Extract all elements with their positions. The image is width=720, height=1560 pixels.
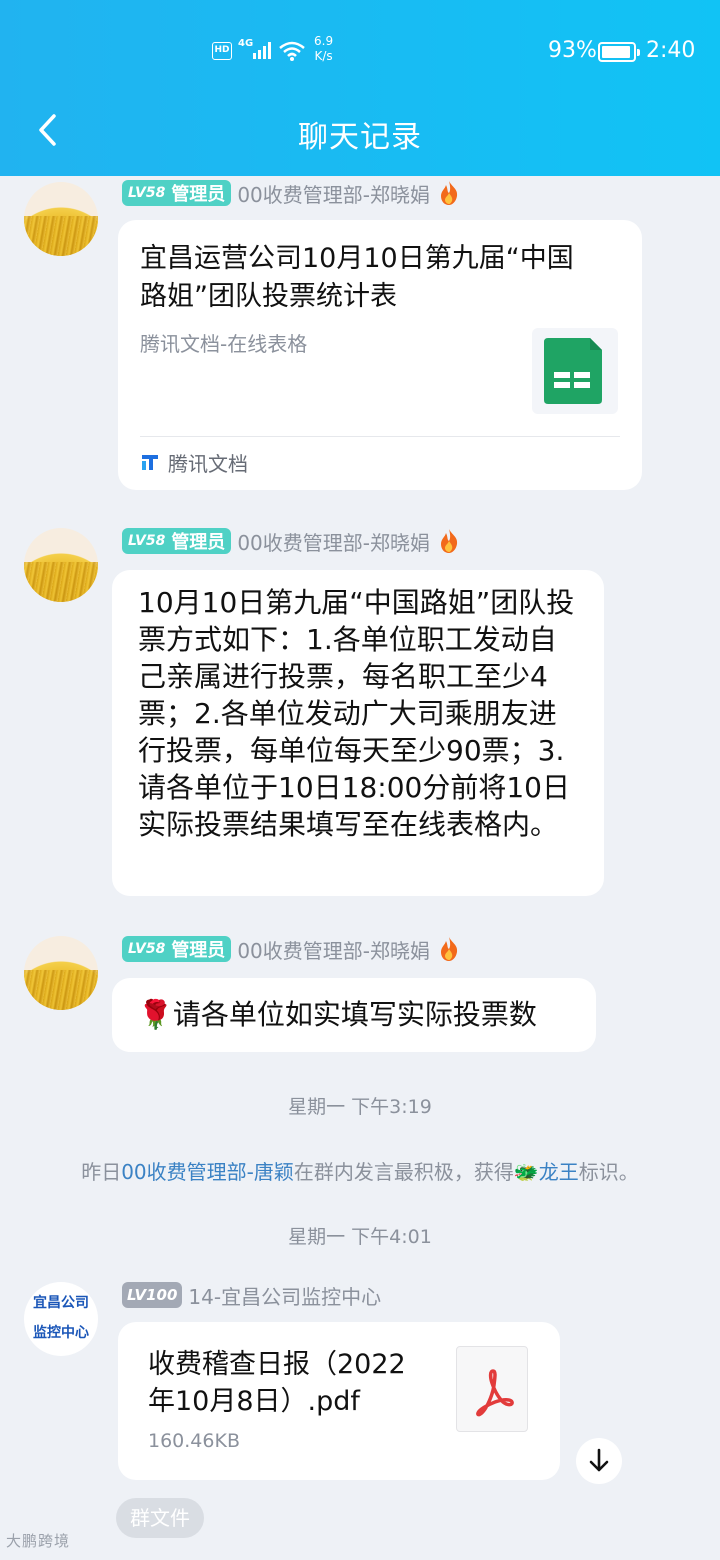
message-text: 10月10日第九届“中国路姐”团队投票方式如下：1.各单位职工发动自己亲属进行投… <box>138 586 575 841</box>
sender-name[interactable]: 00收费管理部-郑晓娟 <box>237 179 430 208</box>
document-card[interactable]: 宜昌运营公司10月10日第九届“中国路姐”团队投票统计表 腾讯文档-在线表格 腾… <box>118 220 642 490</box>
sender-name[interactable]: 14-宜昌公司监控中心 <box>188 1281 381 1310</box>
download-arrow-icon <box>589 1448 609 1472</box>
message-meta: LV58 管理员 00收费管理部-郑晓娟 <box>122 178 460 208</box>
status-bar: HD 4G 6.9 K/s 93% 2:40 <box>0 34 720 72</box>
avatar[interactable] <box>24 528 98 602</box>
message-meta: LV58 管理员 00收费管理部-郑晓娟 <box>122 934 460 964</box>
rose-icon: 🌹 <box>138 998 173 1031</box>
text-message[interactable]: 10月10日第九届“中国路姐”团队投票方式如下：1.各单位职工发动自己亲属进行投… <box>112 570 604 896</box>
fire-icon <box>440 529 458 553</box>
clock: 2:40 <box>646 38 696 63</box>
text-message[interactable]: 🌹请各单位如实填写实际投票数 <box>112 978 596 1052</box>
message-meta: LV58 管理员 00收费管理部-郑晓娟 <box>122 526 460 556</box>
page-title: 聊天记录 <box>298 120 422 155</box>
spreadsheet-thumbnail <box>532 328 618 414</box>
notice-user-link[interactable]: 00收费管理部-唐颖 <box>121 1160 294 1184</box>
message-text: 🌹请各单位如实填写实际投票数 <box>138 998 537 1031</box>
pdf-icon <box>476 1369 514 1417</box>
message-meta: LV100 14-宜昌公司监控中心 <box>122 1280 381 1310</box>
level-badge: LV58 管理员 <box>122 528 232 554</box>
watermark: 大鹏跨境 <box>6 1532 71 1550</box>
wifi-icon <box>279 41 305 61</box>
network-type: 4G <box>238 38 254 49</box>
dragon-king-badge[interactable]: 龙王 <box>539 1160 579 1184</box>
fire-icon <box>440 181 458 205</box>
level-badge: LV100 <box>122 1282 183 1308</box>
document-type: 腾讯文档-在线表格 <box>140 332 308 356</box>
file-name: 收费稽查日报（2022年10月8日）.pdf <box>148 1349 406 1417</box>
battery-icon <box>598 42 640 62</box>
timestamp: 星期一 下午4:01 <box>288 1226 432 1248</box>
download-button[interactable] <box>576 1438 622 1484</box>
system-notice: 昨日00收费管理部-唐颖在群内发言最积极，获得🐲龙王标识。 <box>81 1160 639 1184</box>
divider <box>140 436 620 437</box>
network-speed: 6.9 K/s <box>314 34 334 63</box>
file-message[interactable]: 收费稽查日报（2022年10月8日）.pdf 160.46KB <box>118 1322 560 1480</box>
battery-percent: 93% <box>548 38 597 63</box>
level-badge: LV58 管理员 <box>122 180 232 206</box>
hd-indicator: HD <box>212 42 232 60</box>
level-badge: LV58 管理员 <box>122 936 232 962</box>
group-file-chip[interactable]: 群文件 <box>116 1498 204 1538</box>
avatar[interactable] <box>24 936 98 1010</box>
document-source: 腾讯文档 <box>168 452 248 476</box>
sender-name[interactable]: 00收费管理部-郑晓娟 <box>237 527 430 556</box>
avatar[interactable] <box>24 182 98 256</box>
signal-icon <box>253 42 271 59</box>
top-bar: HD 4G 6.9 K/s 93% 2:40 聊天记录 <box>0 0 720 176</box>
fire-icon <box>440 937 458 961</box>
spreadsheet-icon <box>544 338 602 404</box>
pdf-thumbnail <box>456 1346 528 1432</box>
tencent-docs-icon <box>142 455 158 470</box>
document-title: 宜昌运营公司10月10日第九届“中国路姐”团队投票统计表 <box>140 243 574 312</box>
sender-name[interactable]: 00收费管理部-郑晓娟 <box>237 935 430 964</box>
timestamp: 星期一 下午3:19 <box>288 1096 432 1118</box>
file-size: 160.46KB <box>148 1430 240 1452</box>
chat-history[interactable]: LV58 管理员 00收费管理部-郑晓娟 宜昌运营公司10月10日第九届“中国路… <box>0 176 720 1560</box>
avatar[interactable]: 宜昌公司 监控中心 <box>24 1282 98 1356</box>
dragon-icon: 🐲 <box>513 1160 539 1184</box>
